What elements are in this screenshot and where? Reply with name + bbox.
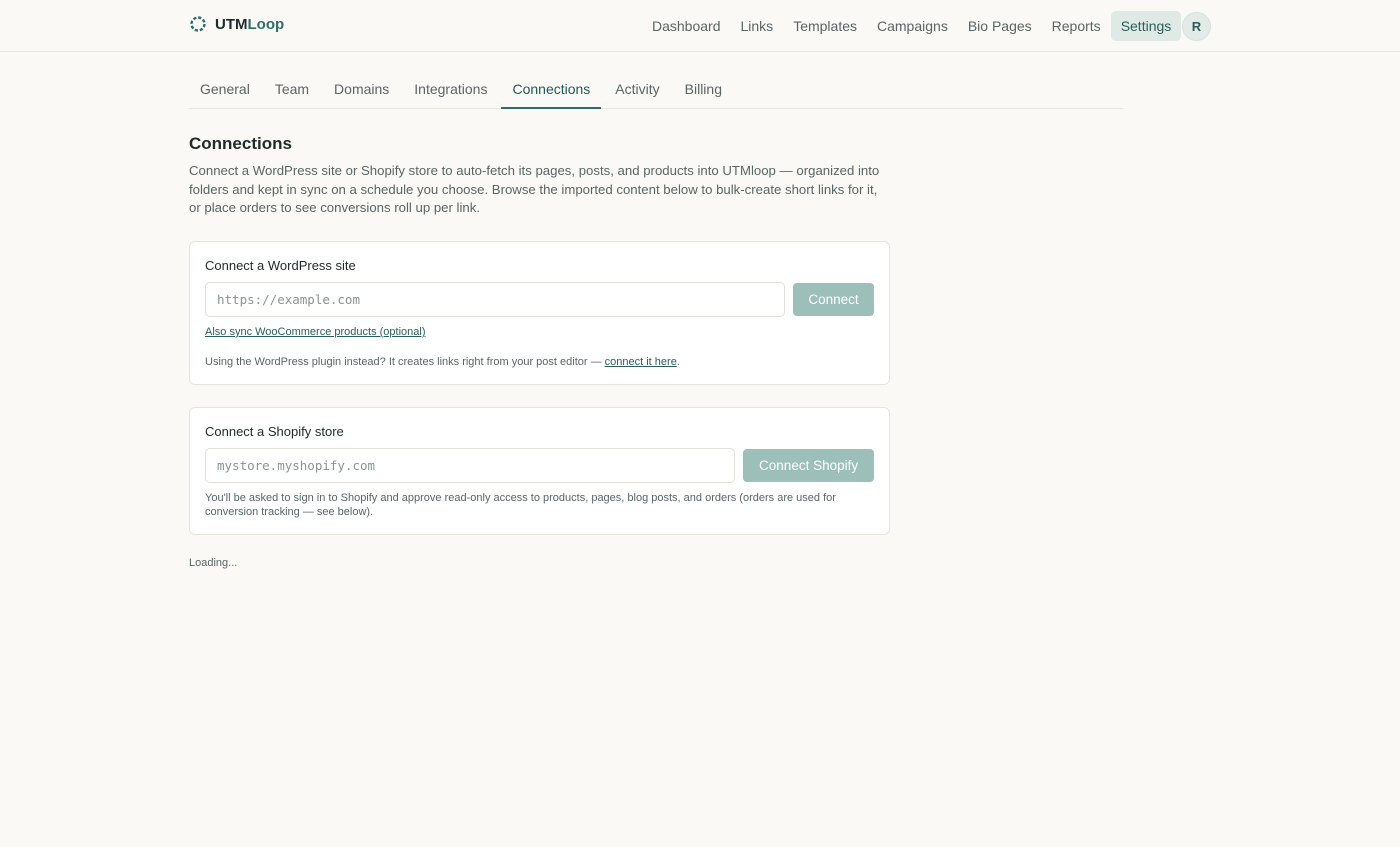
connect-plugin-link[interactable]: connect it here xyxy=(605,356,677,368)
loading-indicator: Loading... xyxy=(189,556,238,569)
nav-reports[interactable]: Reports xyxy=(1042,11,1111,41)
wordpress-url-input[interactable] xyxy=(205,281,786,317)
main-nav: Dashboard Links Templates Campaigns Bio … xyxy=(642,11,1182,41)
wordpress-card: Connect a WordPress site Connect Also sy… xyxy=(189,240,890,385)
wordpress-connect-button[interactable]: Connect xyxy=(793,282,874,316)
wordpress-plugin-note: Using the WordPress plugin instead? It c… xyxy=(205,355,680,368)
page-intro: Connect a WordPress site or Shopify stor… xyxy=(189,163,880,216)
brand-name: UTMLoop xyxy=(215,15,285,33)
top-navbar: UTMLoop Dashboard Links Templates Campai… xyxy=(0,0,1400,52)
settings-tabs: General Team Domains Integrations Connec… xyxy=(189,72,1123,109)
tab-domains[interactable]: Domains xyxy=(323,81,400,109)
nav-templates[interactable]: Templates xyxy=(783,11,867,41)
user-avatar[interactable]: R xyxy=(1182,12,1211,41)
nav-dashboard[interactable]: Dashboard xyxy=(642,11,731,41)
shopify-store-input[interactable] xyxy=(205,447,736,483)
tab-team[interactable]: Team xyxy=(264,81,320,109)
nav-links[interactable]: Links xyxy=(731,11,784,41)
tab-general[interactable]: General xyxy=(189,81,261,109)
woocommerce-sync-link[interactable]: Also sync WooCommerce products (optional… xyxy=(205,326,426,338)
wordpress-card-title: Connect a WordPress site xyxy=(205,257,356,273)
tab-activity[interactable]: Activity xyxy=(604,81,670,109)
shopify-card-title: Connect a Shopify store xyxy=(205,423,344,439)
nav-bio-pages[interactable]: Bio Pages xyxy=(958,11,1042,41)
brand-logo[interactable]: UTMLoop xyxy=(189,15,284,33)
nav-settings[interactable]: Settings xyxy=(1110,11,1182,41)
nav-campaigns[interactable]: Campaigns xyxy=(867,11,958,41)
connections-content: Connections Connect a WordPress site or … xyxy=(189,134,890,569)
tab-integrations[interactable]: Integrations xyxy=(403,81,498,109)
loop-logo-icon xyxy=(190,16,206,32)
shopify-note: You'll be asked to sign in to Shopify an… xyxy=(205,491,836,518)
tab-billing[interactable]: Billing xyxy=(674,81,733,109)
wordpress-connect-row: Connect xyxy=(205,281,874,317)
page-title: Connections xyxy=(189,134,292,153)
shopify-card: Connect a Shopify store Connect Shopify … xyxy=(189,406,890,535)
shopify-connect-row: Connect Shopify xyxy=(205,447,874,483)
tab-connections[interactable]: Connections xyxy=(501,81,602,109)
shopify-connect-button[interactable]: Connect Shopify xyxy=(743,448,874,482)
